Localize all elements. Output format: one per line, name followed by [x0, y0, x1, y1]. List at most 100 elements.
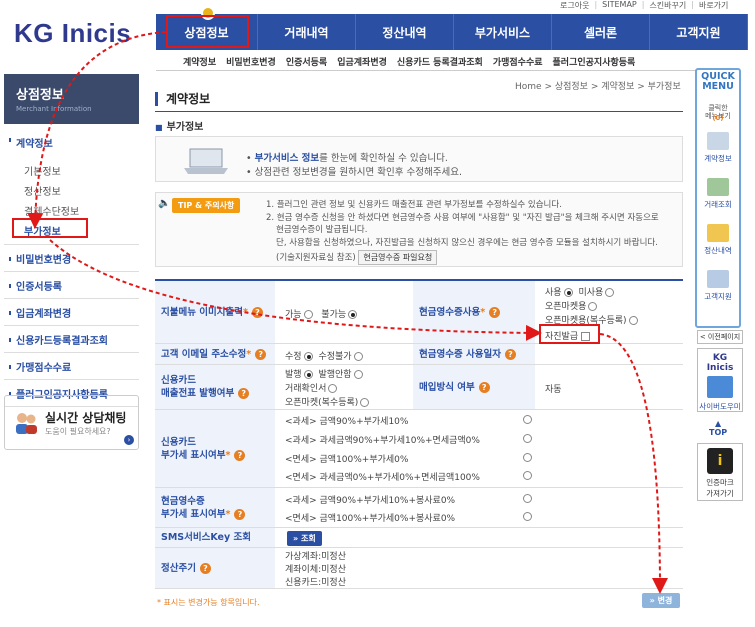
sidebar-item-card-result[interactable]: 신용카드등록결과조회	[4, 326, 139, 353]
live-chat-banner[interactable]: 실시간 상담채팅 도움이 필요하세요? ›	[4, 395, 139, 450]
cash-vat-opt-1: <과세> 금액90%+부가세10%+봉사료0%	[285, 496, 456, 506]
tip-badge: TIP & 주의사항	[172, 198, 241, 213]
radio-no-issue[interactable]	[353, 370, 363, 379]
section-title: 부가정보	[155, 118, 204, 133]
radio-card-vat-3[interactable]	[523, 453, 532, 462]
cert-mark-banner[interactable]: i 인증마크 가져가기	[697, 443, 743, 501]
row-cash-vat: 현금영수증 부가세 표시여부*? <과세> 금액90%+부가세10%+봉사료0% …	[155, 488, 683, 528]
help-icon[interactable]: ?	[238, 388, 250, 399]
row-payment-image: 지불메뉴 이미지출력 *? 가능 불가능 현금영수증사용 *? 사용 미사용 오픈마…	[155, 281, 683, 344]
cycle-bank-transfer: 계좌이체:미정산	[285, 565, 346, 575]
subnav-card-result[interactable]: 신용카드 등록결과조회	[397, 55, 483, 68]
sub-nav: 계약정보 비밀번호변경 인증서등록 입금계좌변경 신용카드 등록결과조회 가맹점…	[183, 55, 635, 68]
sidebar-item-password[interactable]: 비밀번호변경	[4, 245, 139, 272]
nav-seller-loan[interactable]: 셀러론	[552, 14, 650, 50]
cash-receipt-use: 사용 미사용	[545, 285, 617, 298]
logout-link[interactable]: 로그아웃	[560, 0, 589, 12]
nav-support[interactable]: 고객지원	[650, 14, 748, 50]
skin-change-link[interactable]: 스킨바꾸기	[649, 0, 686, 12]
label-cash-date: 현금영수증 사용일자?	[413, 344, 535, 364]
breadcrumb: Home > 상점정보 > 계약정보 > 부가정보	[515, 82, 681, 92]
subnav-password[interactable]: 비밀번호변경	[226, 55, 276, 68]
row-sms-key: SMS서비스Key 조회 » 조회	[155, 528, 683, 548]
sidebar-sub-settlement[interactable]: 정산정보	[4, 180, 139, 200]
radio-card-vat-4[interactable]	[523, 471, 532, 480]
shortcut-link[interactable]: 바로가기	[699, 0, 728, 12]
row-settlement-cycle: 정산주기? 가상계좌:미정산 계좌이체:미정산 신용카드:미정산	[155, 548, 683, 589]
prev-page-button[interactable]: < 이전페이지	[697, 330, 743, 344]
help-icon[interactable]: ?	[478, 381, 490, 393]
help-icon[interactable]: ?	[199, 562, 211, 574]
top-button[interactable]: ▲ TOP	[709, 419, 727, 437]
help-icon[interactable]: ?	[489, 306, 501, 318]
label-sms-key: SMS서비스Key 조회	[155, 528, 275, 547]
annotation-box-sidebar	[12, 218, 88, 238]
sidebar-sub-basic[interactable]: 기본정보	[4, 160, 139, 180]
nav-transactions[interactable]: 거래내역	[258, 14, 356, 50]
cyber-helper-label: 사이버도우미	[699, 402, 741, 411]
quick-item-contract[interactable]: 계약정보	[697, 132, 739, 164]
cert-mark-label-1: 인증마크	[706, 478, 734, 487]
kg-inicis-logo[interactable]: KG Inicis	[14, 18, 131, 49]
info-box: • 부가서비스 정보를 한눈에 확인하실 수 있습니다. • 상점관련 정보변경…	[155, 136, 683, 182]
help-icon[interactable]: ?	[234, 508, 246, 520]
radio-cash-use[interactable]	[563, 288, 573, 297]
help-icon[interactable]: ?	[251, 306, 263, 318]
change-button[interactable]: » 변경	[642, 593, 680, 608]
radio-cash-vat-2[interactable]	[523, 512, 532, 521]
radio-openmarket[interactable]	[588, 302, 598, 311]
sidebar-subtitle: Merchant Information	[16, 105, 92, 113]
sidebar-item-fees[interactable]: 가맹점수수료	[4, 353, 139, 380]
sidebar-item-account[interactable]: 입금계좌변경	[4, 299, 139, 326]
tip-line-5: (기술지원자료실 참조) 현금영수증 파일요청	[276, 250, 438, 265]
subnav-plugin-notice[interactable]: 플러그인공지사항등록	[553, 55, 636, 68]
radio-cash-vat-1[interactable]	[523, 494, 532, 503]
nav-settlements[interactable]: 정산내역	[356, 14, 454, 50]
subnav-certificate[interactable]: 인증서등록	[286, 55, 327, 68]
cash-vat-opt-2: <면세> 금액100%+부가세0%+봉사료0%	[285, 514, 456, 524]
subnav-fees[interactable]: 가맹점수수료	[493, 55, 543, 68]
help-icon[interactable]: ?	[504, 348, 516, 360]
nav-extra-services[interactable]: 부가서비스	[454, 14, 552, 50]
sidebar-item-contract[interactable]: 계약정보	[4, 126, 139, 158]
radio-card-vat-1[interactable]	[523, 415, 532, 424]
search-icon	[707, 270, 729, 288]
tip-line-3: 현금영수증이 발급됩니다.	[276, 225, 368, 235]
chevron-right-icon: ›	[124, 435, 134, 445]
options-email-edit: 수정 수정불가	[285, 349, 366, 362]
radio-slip-openmarket[interactable]	[360, 398, 370, 407]
radio-openmarket-multi[interactable]	[628, 316, 638, 325]
cash-receipt-file-button[interactable]: 현금영수증 파일요청	[358, 250, 438, 265]
radio-edit[interactable]	[303, 352, 313, 361]
subnav-contract[interactable]: 계약정보	[183, 55, 216, 68]
radio-issue[interactable]	[303, 370, 313, 379]
radio-confirm[interactable]	[328, 384, 338, 393]
speaker-icon: 🔈	[158, 198, 171, 209]
tip-line-4: 단, 사용함을 신청하였으나, 자진발급을 신청하지 않으신 경우에는 현금 영…	[276, 238, 658, 248]
radio-impossible[interactable]	[348, 310, 358, 319]
sidebar-sub-payment[interactable]: 결제수단정보	[4, 200, 139, 220]
chevron-up-icon: ▲	[714, 419, 722, 428]
sidebar-header: 상점정보 Merchant Information	[4, 74, 139, 124]
sitemap-link[interactable]: SITEMAP	[602, 0, 637, 12]
quick-item-settlements[interactable]: 정산내역	[697, 224, 739, 256]
sidebar-item-certificate[interactable]: 인증서등록	[4, 272, 139, 299]
sms-lookup-button[interactable]: » 조회	[287, 531, 322, 546]
radio-possible[interactable]	[303, 310, 313, 319]
cyber-helper-banner[interactable]: KG Inicis 사이버도우미	[697, 348, 743, 412]
label-purchase-method: 매입방식 여부?	[413, 365, 535, 409]
quick-item-support[interactable]: 고객지원	[697, 270, 739, 302]
utility-bar: 로그아웃 | SITEMAP | 스킨바꾸기 | 바로가기	[560, 0, 729, 12]
label-card-slip: 신용카드 매출전표 발행여부?	[155, 365, 275, 409]
help-icon[interactable]: ?	[234, 449, 246, 461]
quick-item-transactions[interactable]: 거래조회	[697, 178, 739, 210]
helper-icon	[707, 376, 733, 398]
radio-cash-nouse[interactable]	[605, 288, 615, 297]
subnav-account[interactable]: 입금계좌변경	[337, 55, 387, 68]
help-icon[interactable]: ?	[255, 348, 267, 360]
title-divider	[155, 111, 683, 112]
radio-card-vat-2[interactable]	[523, 434, 532, 443]
radio-no-edit[interactable]	[353, 352, 363, 361]
row-card-vat: 신용카드 부가세 표시여부*? <과세> 금액90%+부가세10% <과세> 과세…	[155, 410, 683, 488]
laptop-icon	[184, 148, 228, 174]
